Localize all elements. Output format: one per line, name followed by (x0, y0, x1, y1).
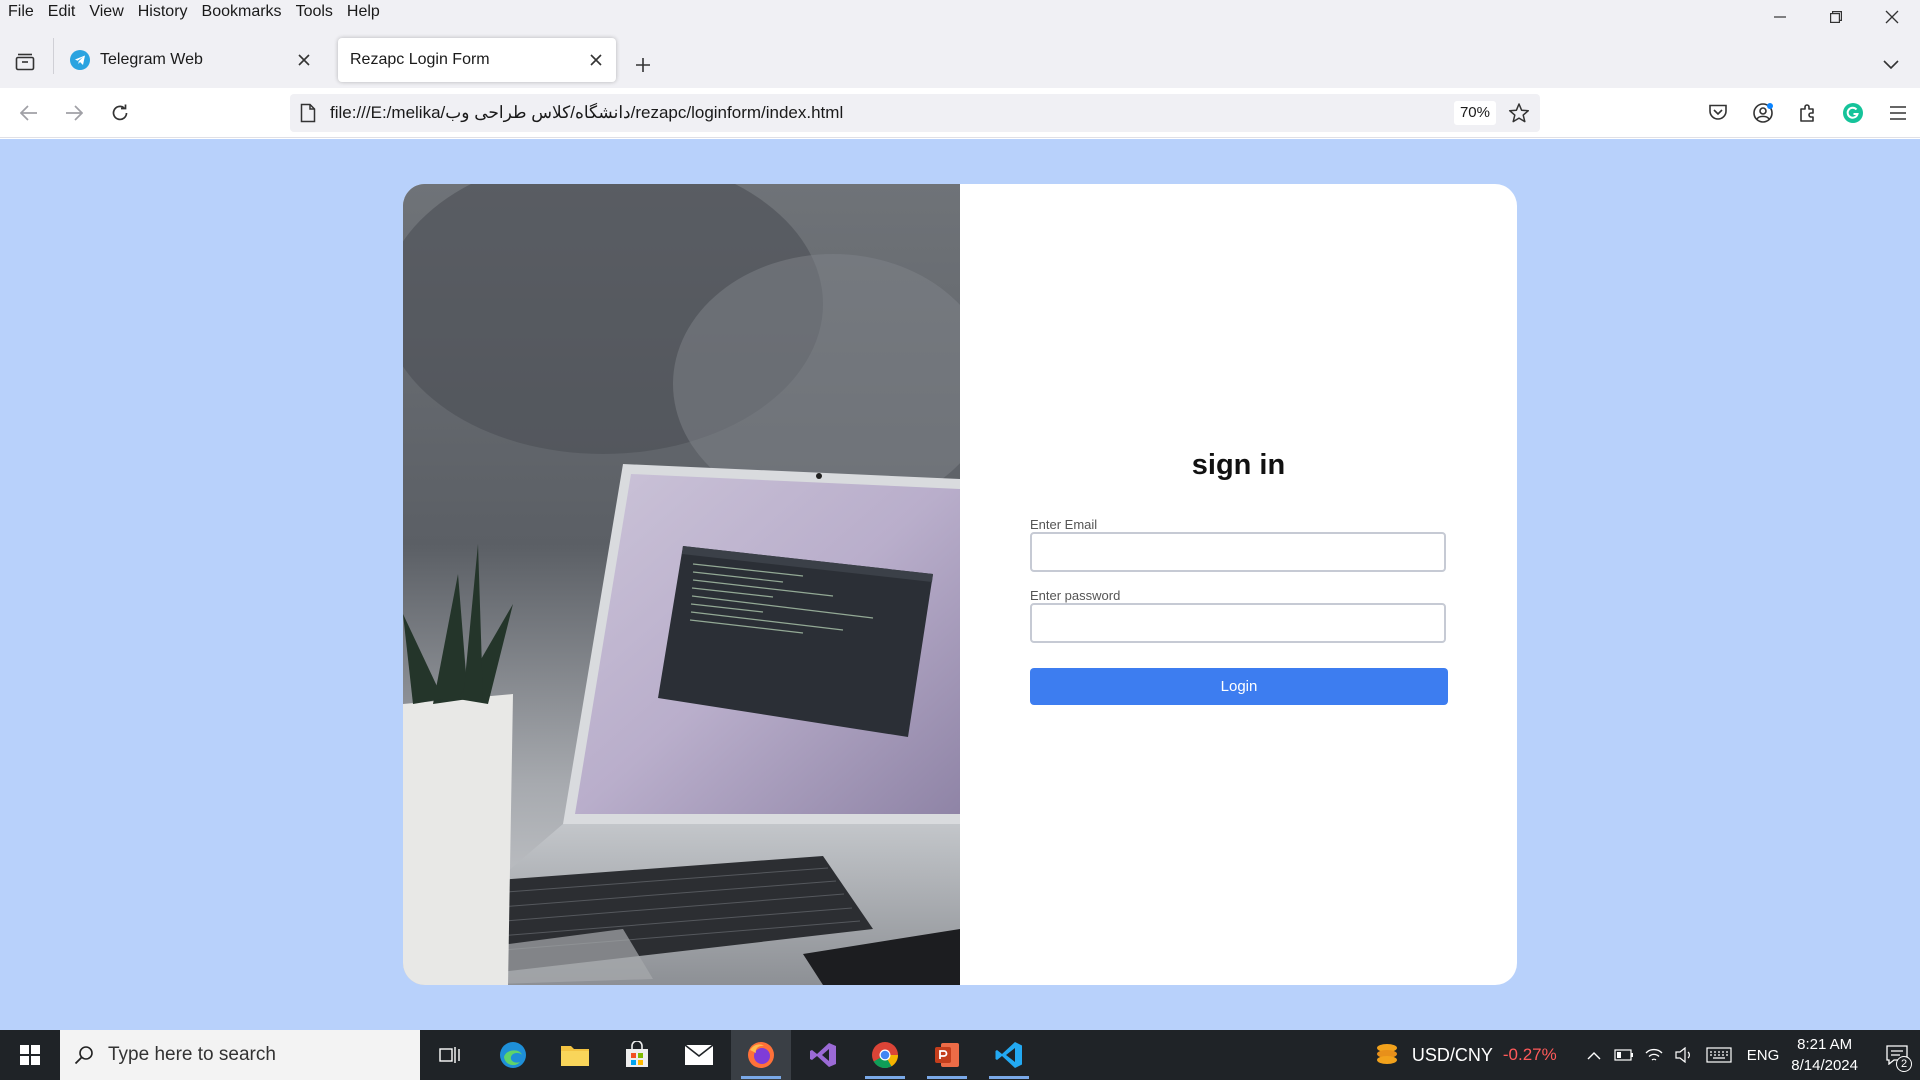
extensions-icon[interactable] (1785, 96, 1830, 130)
menu-edit[interactable]: Edit (41, 0, 83, 24)
clock-date: 8/14/2024 (1791, 1057, 1858, 1074)
toolbar-icons (1695, 96, 1920, 130)
notifications-icon[interactable]: 2 (1874, 1030, 1920, 1080)
chevron-up-icon[interactable] (1579, 1030, 1609, 1080)
notification-count: 2 (1896, 1056, 1912, 1072)
menu-help[interactable]: Help (340, 0, 387, 24)
close-tab-icon[interactable] (294, 50, 314, 70)
volume-icon[interactable] (1669, 1030, 1699, 1080)
battery-icon[interactable] (1609, 1030, 1639, 1080)
login-button[interactable]: Login (1030, 668, 1448, 705)
edge-icon[interactable] (483, 1030, 543, 1080)
mail-icon[interactable] (669, 1030, 729, 1080)
wifi-icon[interactable] (1639, 1030, 1669, 1080)
new-tab-icon[interactable] (628, 50, 658, 80)
powerpoint-icon[interactable] (917, 1030, 977, 1080)
tab-bar: Telegram Web Rezapc Login Form (0, 24, 1920, 88)
account-icon[interactable] (1740, 96, 1785, 130)
ticker-symbol: USD/CNY (1411, 1044, 1493, 1065)
chevron-down-icon[interactable] (1876, 50, 1906, 80)
task-view-icon[interactable] (420, 1030, 480, 1080)
menu-bookmarks[interactable]: Bookmarks (195, 0, 289, 24)
windows-start-icon[interactable] (0, 1030, 60, 1080)
grammarly-icon[interactable] (1830, 96, 1875, 130)
menu-file[interactable]: File (0, 0, 41, 24)
url-text[interactable]: file:///E:/melika/دانشگاه/کلاس طراحی وب/… (330, 94, 843, 132)
pocket-icon[interactable] (1695, 96, 1740, 130)
hamburger-menu-icon[interactable] (1875, 96, 1920, 130)
menu-tools[interactable]: Tools (289, 0, 340, 24)
close-tab-icon[interactable] (586, 50, 606, 70)
clock[interactable]: 8:21 AM 8/14/2024 (1791, 1034, 1858, 1076)
menu-bar: File Edit View History Bookmarks Tools H… (0, 0, 1920, 24)
chrome-icon[interactable] (855, 1030, 915, 1080)
zoom-level[interactable]: 70% (1453, 101, 1496, 125)
window-controls (1752, 0, 1920, 34)
email-input[interactable] (1030, 532, 1446, 572)
tab-list-icon[interactable] (10, 48, 40, 76)
clock-time: 8:21 AM (1797, 1036, 1853, 1053)
file-explorer-icon[interactable] (545, 1030, 605, 1080)
visual-studio-icon[interactable] (793, 1030, 853, 1080)
coins-icon (1374, 1042, 1400, 1068)
tab-separator (53, 38, 54, 74)
tab-rezapc-login-form[interactable]: Rezapc Login Form (338, 38, 616, 82)
address-bar[interactable]: file:///E:/melika/دانشگاه/کلاس طراحی وب/… (290, 94, 1540, 132)
search-placeholder: Type here to search (108, 1044, 276, 1065)
search-icon (74, 1045, 94, 1065)
laptop-photo (403, 184, 960, 985)
keyboard-icon[interactable] (1699, 1030, 1739, 1080)
stock-ticker-widget[interactable]: USD/CNY -0.27% (1374, 1042, 1557, 1068)
close-window-icon[interactable] (1864, 0, 1920, 34)
firefox-icon[interactable] (731, 1030, 791, 1080)
taskbar: Type here to search USD/CNY -0.27% ENG 8… (0, 1030, 1920, 1080)
back-arrow-icon[interactable] (12, 96, 46, 130)
minimize-icon[interactable] (1752, 0, 1808, 34)
vscode-icon[interactable] (979, 1030, 1039, 1080)
reload-icon[interactable] (103, 96, 137, 130)
ticker-change: -0.27% (1502, 1045, 1557, 1064)
tab-telegram-web[interactable]: Telegram Web (62, 38, 324, 82)
input-language[interactable]: ENG (1747, 1047, 1780, 1064)
password-label: Enter password (1030, 588, 1121, 603)
taskbar-search[interactable]: Type here to search (60, 1030, 420, 1080)
login-card: sign in Enter Email Enter password Login (403, 184, 1517, 985)
menu-view[interactable]: View (82, 0, 130, 24)
page-viewport: sign in Enter Email Enter password Login (0, 139, 1920, 1030)
forward-arrow-icon[interactable] (57, 96, 91, 130)
bookmark-star-icon[interactable] (1508, 102, 1530, 129)
telegram-icon (70, 50, 90, 70)
tab-title: Telegram Web (100, 51, 203, 68)
page-icon (300, 103, 316, 128)
system-tray: USD/CNY -0.27% ENG 8:21 AM 8/14/2024 2 (1374, 1030, 1920, 1080)
tab-title: Rezapc Login Form (350, 51, 490, 68)
navigation-bar: file:///E:/melika/دانشگاه/کلاس طراحی وب/… (0, 88, 1920, 138)
password-input[interactable] (1030, 603, 1446, 643)
login-form: sign in Enter Email Enter password Login (960, 184, 1517, 985)
menu-history[interactable]: History (131, 0, 195, 24)
email-label: Enter Email (1030, 517, 1098, 532)
store-icon[interactable] (607, 1030, 667, 1080)
form-title: sign in (1191, 449, 1286, 481)
restore-icon[interactable] (1808, 0, 1864, 34)
